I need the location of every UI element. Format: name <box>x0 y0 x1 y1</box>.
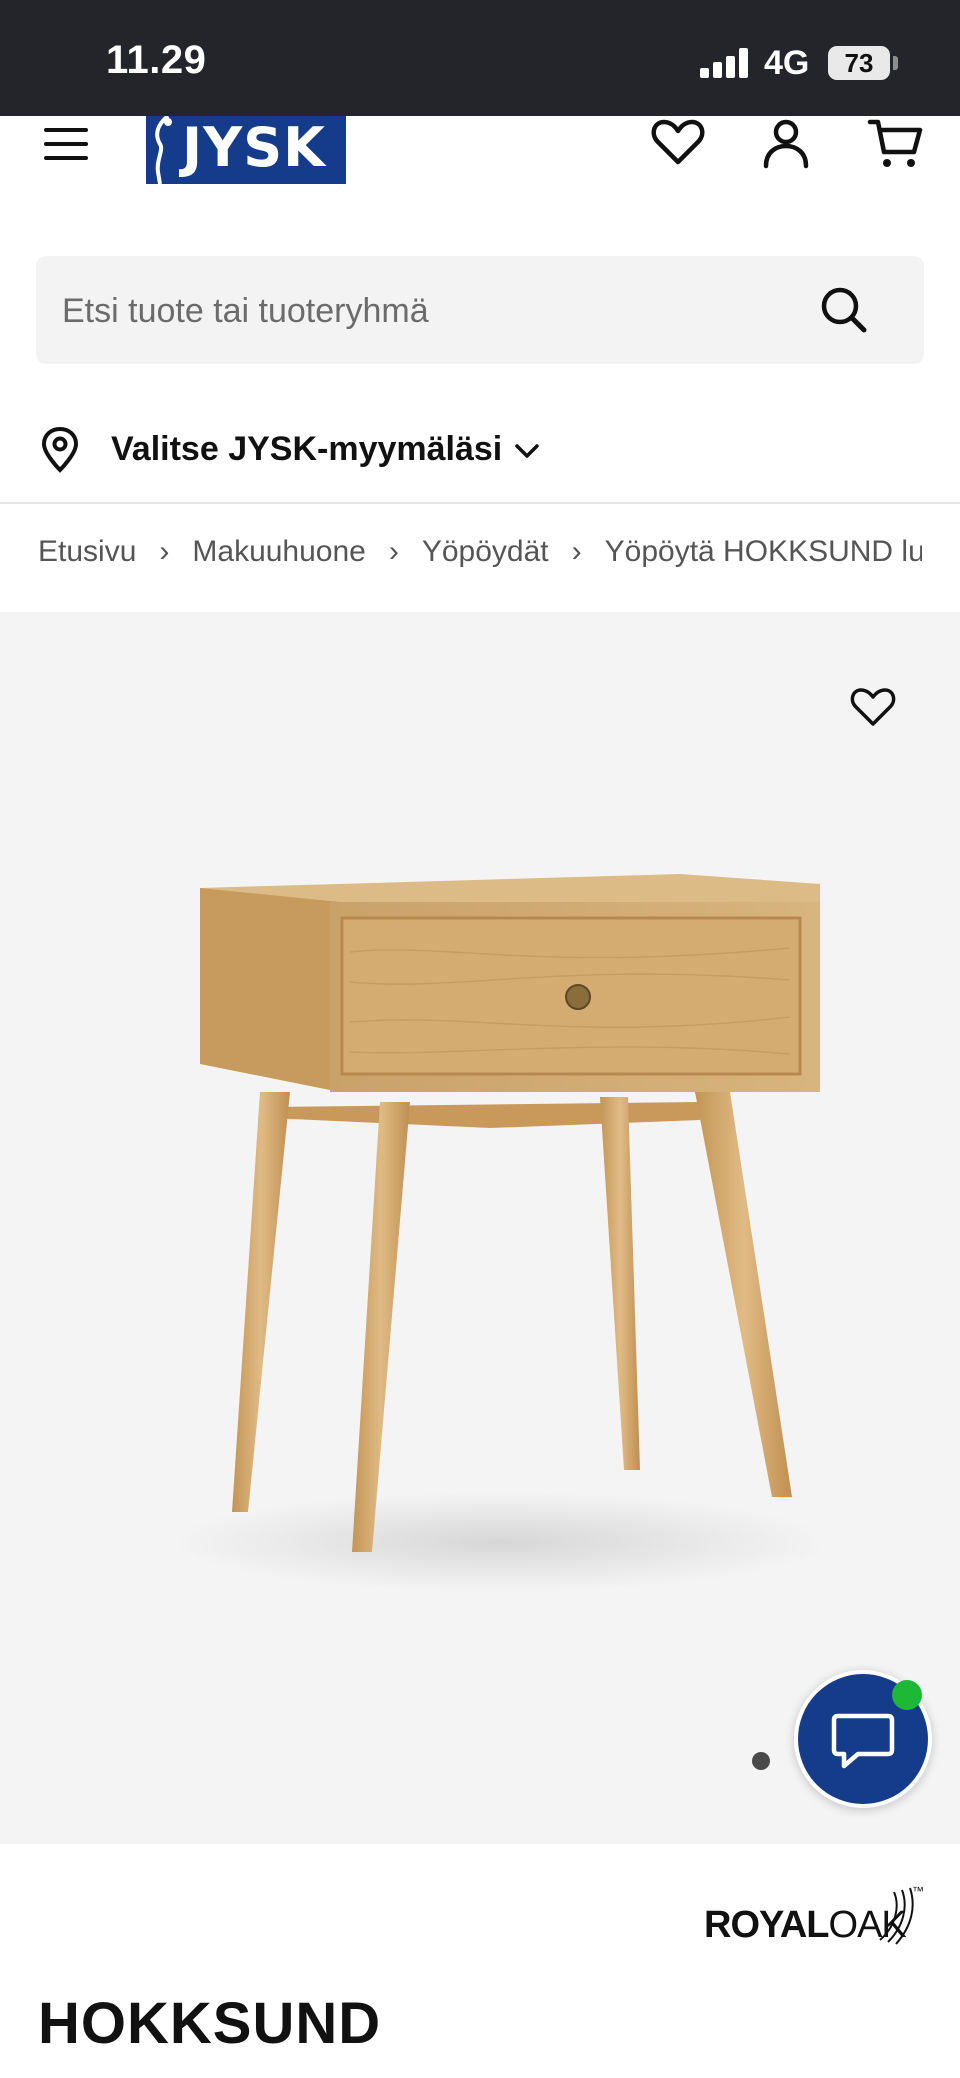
status-bar: 11.29 4G 73 <box>0 0 960 116</box>
menu-icon <box>44 128 88 132</box>
chat-bubble-icon <box>831 1713 895 1769</box>
breadcrumb-nightstands[interactable]: Yöpöydät <box>422 535 549 569</box>
logo-mark-icon <box>155 116 172 184</box>
logo-text: JYSK <box>182 116 326 179</box>
cart-icon <box>867 119 923 167</box>
wishlist-button[interactable] <box>648 112 708 172</box>
network-label: 4G <box>764 44 810 82</box>
status-time: 11.29 <box>106 38 207 82</box>
battery-tip <box>893 56 898 70</box>
add-to-wishlist-heart-icon[interactable] <box>848 682 898 732</box>
brand-logo: ROYALOAK ™ <box>704 1884 924 1946</box>
cart-button[interactable] <box>866 114 926 174</box>
breadcrumb: Etusivu › Makuuhuone › Yöpöydät › Yöpöytä HOKK… <box>38 534 922 578</box>
chat-online-indicator <box>892 1680 922 1710</box>
trademark-mark: ™ <box>912 1884 924 1898</box>
product-gallery[interactable] <box>0 612 960 1844</box>
breadcrumb-current: Yöpöytä HOKKSUND lu <box>604 535 922 569</box>
chevron-right-icon: › <box>571 535 582 569</box>
jysk-logo[interactable]: JYSK <box>146 116 346 184</box>
menu-button[interactable] <box>42 122 90 170</box>
brand-name-royal: ROYAL <box>704 1904 830 1946</box>
brand-wave-icon <box>879 1887 914 1945</box>
site-header: JYSK <box>0 116 960 216</box>
chevron-right-icon: › <box>159 535 170 569</box>
chevron-down-icon <box>515 444 539 458</box>
product-title: HOKKSUND <box>38 1991 382 2056</box>
battery-level: 73 <box>844 48 874 78</box>
product-image <box>170 874 830 1592</box>
search-bar <box>36 256 924 366</box>
account-button[interactable] <box>756 114 816 174</box>
battery-icon: 73 <box>828 46 890 80</box>
breadcrumb-home[interactable]: Etusivu <box>38 535 136 569</box>
heart-icon <box>651 119 705 165</box>
breadcrumb-bedroom[interactable]: Makuuhuone <box>192 535 365 569</box>
chevron-right-icon: › <box>388 535 399 569</box>
header-divider <box>0 502 960 504</box>
search-input[interactable] <box>60 256 824 366</box>
location-pin-icon <box>41 426 79 473</box>
carousel-indicator-dot[interactable] <box>752 1752 770 1770</box>
store-selector-label: Valitse JYSK-myymäläsi <box>111 430 503 468</box>
signal-icon <box>700 48 752 78</box>
user-icon <box>763 119 809 169</box>
store-selector[interactable]: Valitse JYSK-myymäläsi <box>36 420 576 484</box>
search-icon[interactable] <box>818 284 870 336</box>
